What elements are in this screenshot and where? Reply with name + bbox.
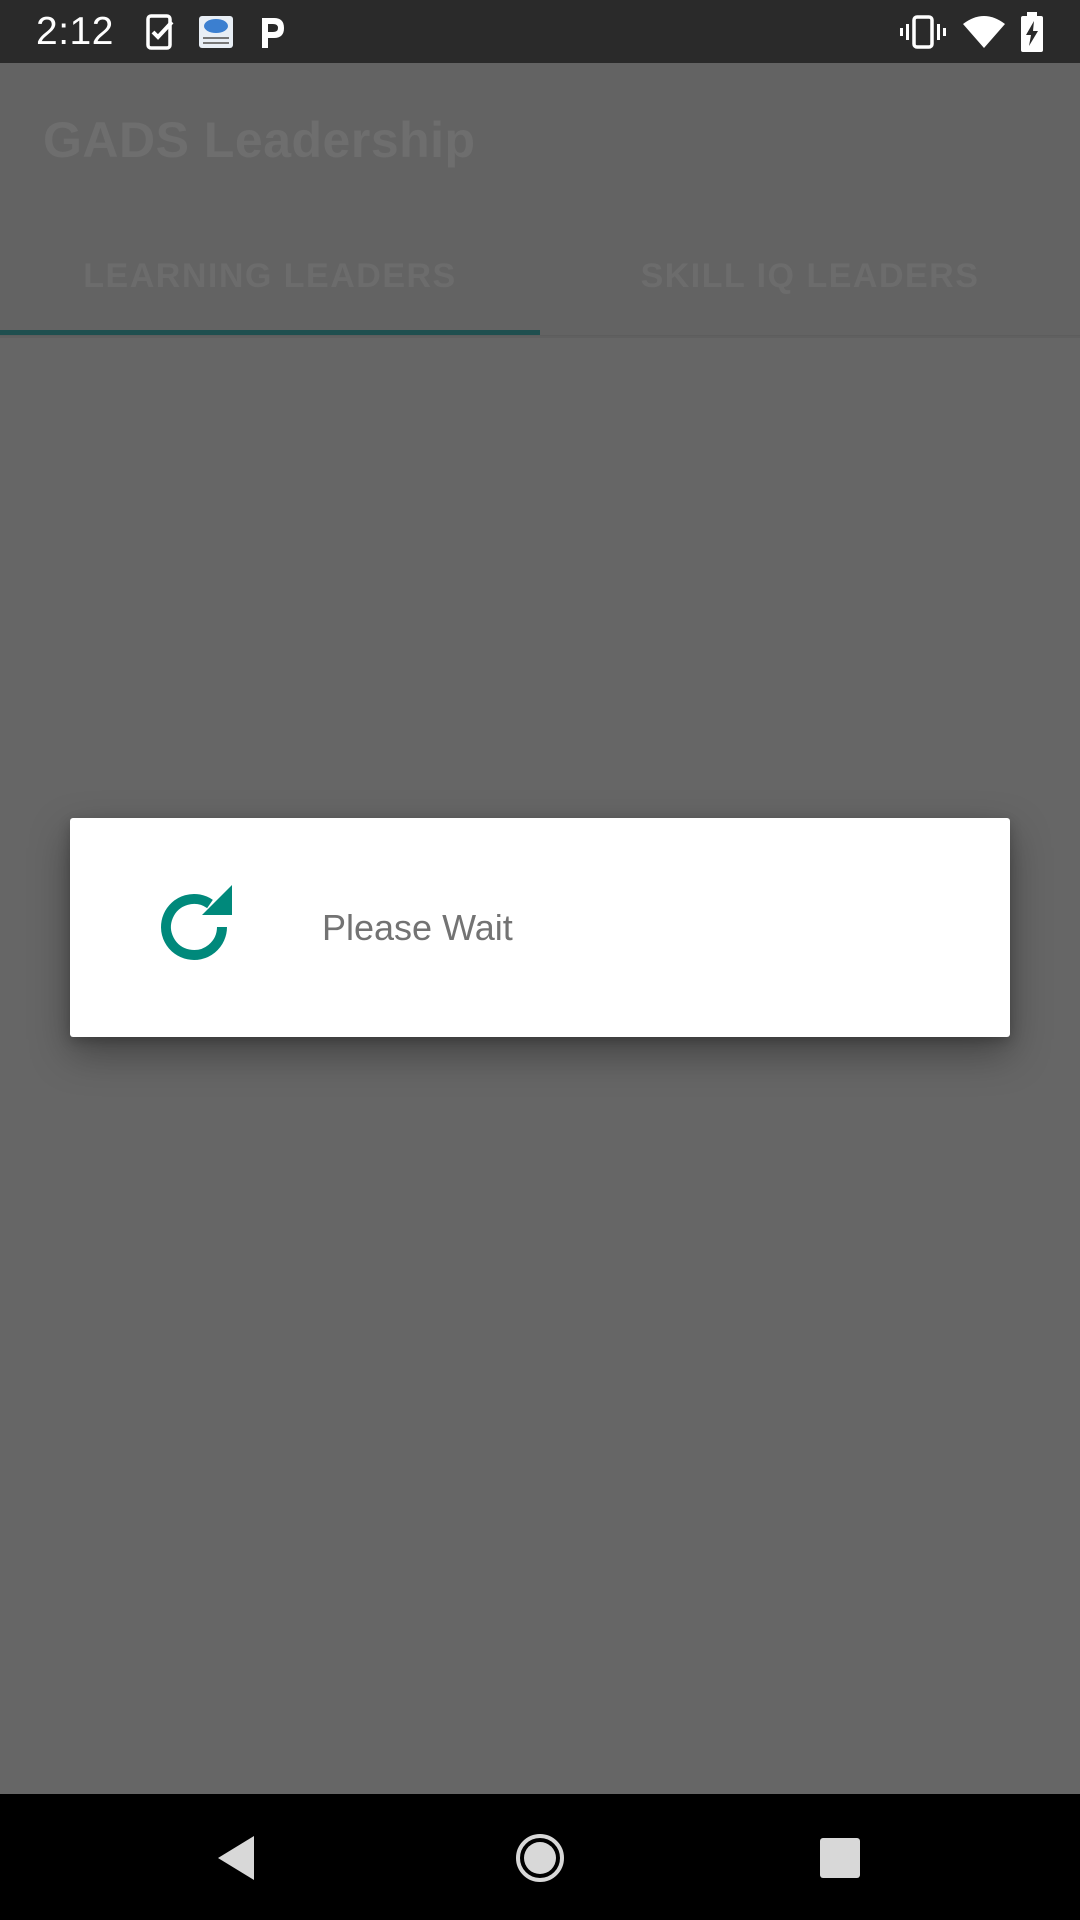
task-check-icon bbox=[140, 12, 180, 52]
status-bar: 2:12 bbox=[0, 0, 1080, 63]
dialog-message: Please Wait bbox=[322, 907, 513, 948]
vibrate-icon bbox=[900, 12, 946, 52]
screen: 2:12 GADS Leadership LEARNING LEADERS SK… bbox=[0, 0, 1080, 1920]
tab-learning-leaders[interactable]: LEARNING LEADERS bbox=[0, 250, 540, 334]
content-area bbox=[0, 338, 1080, 1794]
refresh-icon bbox=[150, 883, 240, 973]
home-icon[interactable] bbox=[514, 1832, 566, 1884]
app-title: GADS Leadership bbox=[43, 112, 476, 168]
status-time: 2:12 bbox=[36, 10, 114, 53]
cloud-calendar-icon bbox=[196, 12, 236, 52]
p-letter-icon bbox=[252, 12, 292, 52]
back-icon[interactable] bbox=[212, 1832, 264, 1884]
recents-icon[interactable] bbox=[814, 1832, 866, 1884]
battery-charging-icon bbox=[1018, 12, 1046, 52]
tab-skill-iq-leaders[interactable]: SKILL IQ LEADERS bbox=[540, 250, 1080, 334]
wifi-icon bbox=[962, 12, 1006, 52]
